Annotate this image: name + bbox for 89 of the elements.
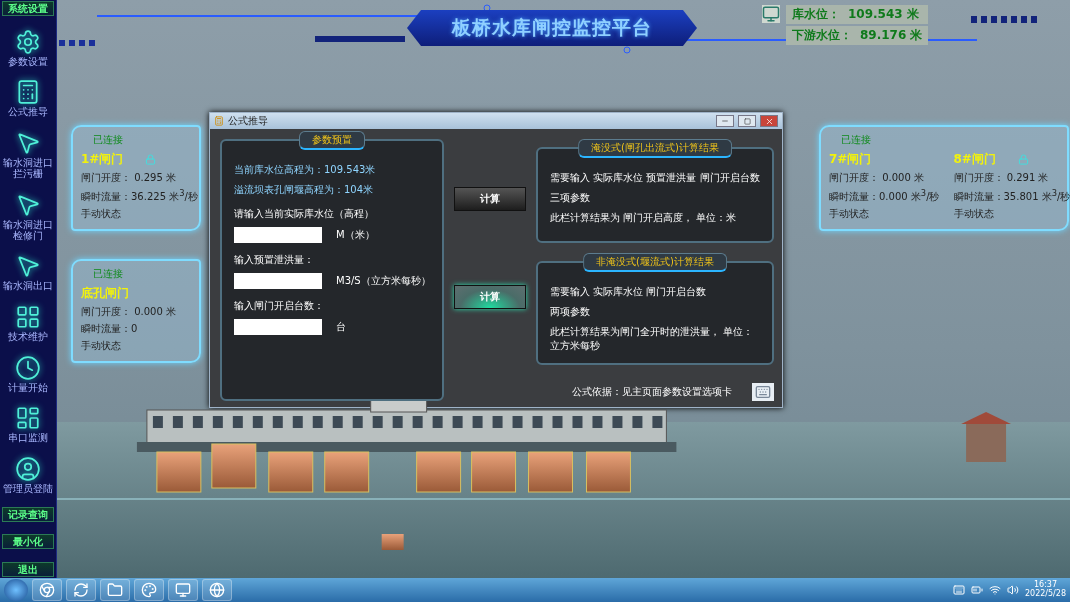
refresh-icon[interactable] <box>66 579 96 601</box>
user-icon <box>15 455 41 482</box>
gate-mode: 手动状态 <box>953 207 995 222</box>
sidebar-button[interactable]: 退出 <box>2 561 54 577</box>
gate-flow: 瞬时流量：35.801 米$^{3}$/秒 <box>953 188 1070 205</box>
gear-icon <box>15 28 41 55</box>
input-field[interactable] <box>234 227 322 243</box>
sidebar-item[interactable]: 参数设置 <box>1 28 55 67</box>
calculator-icon <box>15 79 41 106</box>
maximize-icon <box>743 117 751 125</box>
close-button[interactable] <box>760 115 778 127</box>
minimize-button[interactable] <box>716 115 734 127</box>
sidebar-item[interactable]: 输水洞出口 <box>1 253 55 292</box>
sidebar-button[interactable]: 记录查询 <box>2 506 54 522</box>
gate-opening: 闸门开度： 0.295 米 <box>81 171 177 185</box>
result-text: 三项参数 <box>550 191 591 205</box>
connection-status: 已连接 <box>92 133 124 147</box>
layout-icon <box>15 405 41 432</box>
gate-name: 7#闸门 <box>829 151 872 168</box>
minimize-icon <box>721 117 729 125</box>
gate-flow: 瞬时流量：0.000 米$^{3}$/秒 <box>829 188 940 205</box>
field-label: 输入闸门开启台数： <box>234 299 325 313</box>
clock-icon <box>15 354 41 381</box>
sidebar-item[interactable]: 技术维护 <box>1 303 55 342</box>
field-label: 输入预置泄洪量： <box>234 253 315 267</box>
level-label: 库水位： <box>792 6 840 23</box>
calculate-button[interactable]: 计算 <box>454 285 526 309</box>
field-label: 请输入当前实际库水位（高程） <box>234 207 375 221</box>
keyboard-icon <box>952 584 965 596</box>
input-field[interactable] <box>234 319 322 335</box>
unit-label: M3/S（立方米每秒） <box>336 274 431 288</box>
sidebar-item[interactable]: 串口监测 <box>1 405 55 444</box>
result-text: 两项参数 <box>550 305 591 319</box>
info-text: 溢流坝表孔闸堰高程为：104米 <box>234 183 375 197</box>
sidebar-item[interactable]: 公式推导 <box>1 79 55 118</box>
keyboard-icon[interactable] <box>752 383 774 401</box>
system-settings-button[interactable]: 系统设置 <box>2 1 54 16</box>
unit-label: 台 <box>336 320 346 334</box>
unit-label: M（米） <box>336 228 375 242</box>
formula-note: 公式依据：见主页面参数设置选项卡 <box>572 385 732 399</box>
result-text: 此栏计算结果为 闸门开启高度， 单位：米 <box>550 211 738 225</box>
sidebar-item[interactable]: 管理员登陆 <box>1 455 55 494</box>
volume-icon <box>1006 584 1019 596</box>
calculate-button[interactable]: 计算 <box>454 187 526 211</box>
close-icon <box>764 116 774 126</box>
globe-icon[interactable] <box>202 579 232 601</box>
level-label: 下游水位： <box>792 27 852 44</box>
panel-title: 参数预置 <box>299 131 365 150</box>
gate-flow: 瞬时流量：0 <box>81 322 139 337</box>
level-value: 109.543 米 <box>848 6 919 23</box>
clock-date: 2022/5/28 <box>1024 590 1066 599</box>
gate-name: 8#闸门 <box>953 151 996 168</box>
result-text: 需要输入 实际库水位 预置泄洪量 闸门开启台数 <box>550 171 760 185</box>
app-icon <box>214 116 224 126</box>
grid-icon <box>15 303 41 330</box>
monitor-icon <box>762 5 780 23</box>
start-button[interactable] <box>4 579 28 601</box>
gate-opening: 闸门开度： 0.000 米 <box>81 305 177 320</box>
result-text: 此栏计算结果为闸门全开时的泄洪量， 单位：立方米每秒 <box>550 325 755 353</box>
gate-mode: 手动状态 <box>81 207 122 222</box>
browser-icon[interactable] <box>32 579 62 601</box>
maximize-button[interactable] <box>738 115 756 127</box>
gate-opening: 闸门开度： 0.291 米 <box>953 171 1050 185</box>
info-text: 当前库水位高程为：109.543米 <box>234 163 377 177</box>
gate-flow: 瞬时流量：36.225 米$^{3}$/秒 <box>81 188 198 205</box>
battery-icon <box>970 584 983 596</box>
gate-mode: 手动状态 <box>829 207 870 222</box>
gate-name: 底孔闸门 <box>81 285 129 303</box>
palette-icon[interactable] <box>134 579 164 601</box>
connection-status: 已连接 <box>840 133 872 147</box>
level-value: 89.176 米 <box>860 27 923 44</box>
result-text: 需要输入 实际库水位 闸门开启台数 <box>550 285 708 299</box>
dialog-title: 公式推导 <box>228 114 269 128</box>
folder-icon[interactable] <box>100 579 130 601</box>
clock-time: 16:37 <box>1033 581 1057 590</box>
panel-title: 非淹没式(堰流式)计算结果 <box>583 253 727 272</box>
connection-status: 已连接 <box>92 267 124 282</box>
gate-name: 1#闸门 <box>81 151 124 168</box>
sidebar-item[interactable]: 计量开始 <box>1 354 55 393</box>
monitor-icon[interactable] <box>168 579 198 601</box>
platform-title: 板桥水库闸控监控平台 <box>407 10 697 46</box>
input-field[interactable] <box>234 273 322 289</box>
network-icon <box>988 584 1001 596</box>
sidebar-item[interactable]: 输水洞进口拦污栅 <box>1 129 55 179</box>
panel-title: 淹没式(闸孔出流式)计算结果 <box>578 139 732 158</box>
sidebar-button[interactable]: 最小化 <box>2 534 54 550</box>
gate-opening: 闸门开度： 0.000 米 <box>829 171 925 185</box>
gate-mode: 手动状态 <box>81 339 122 354</box>
sidebar-item[interactable]: 输水洞进口检修门 <box>1 191 55 241</box>
